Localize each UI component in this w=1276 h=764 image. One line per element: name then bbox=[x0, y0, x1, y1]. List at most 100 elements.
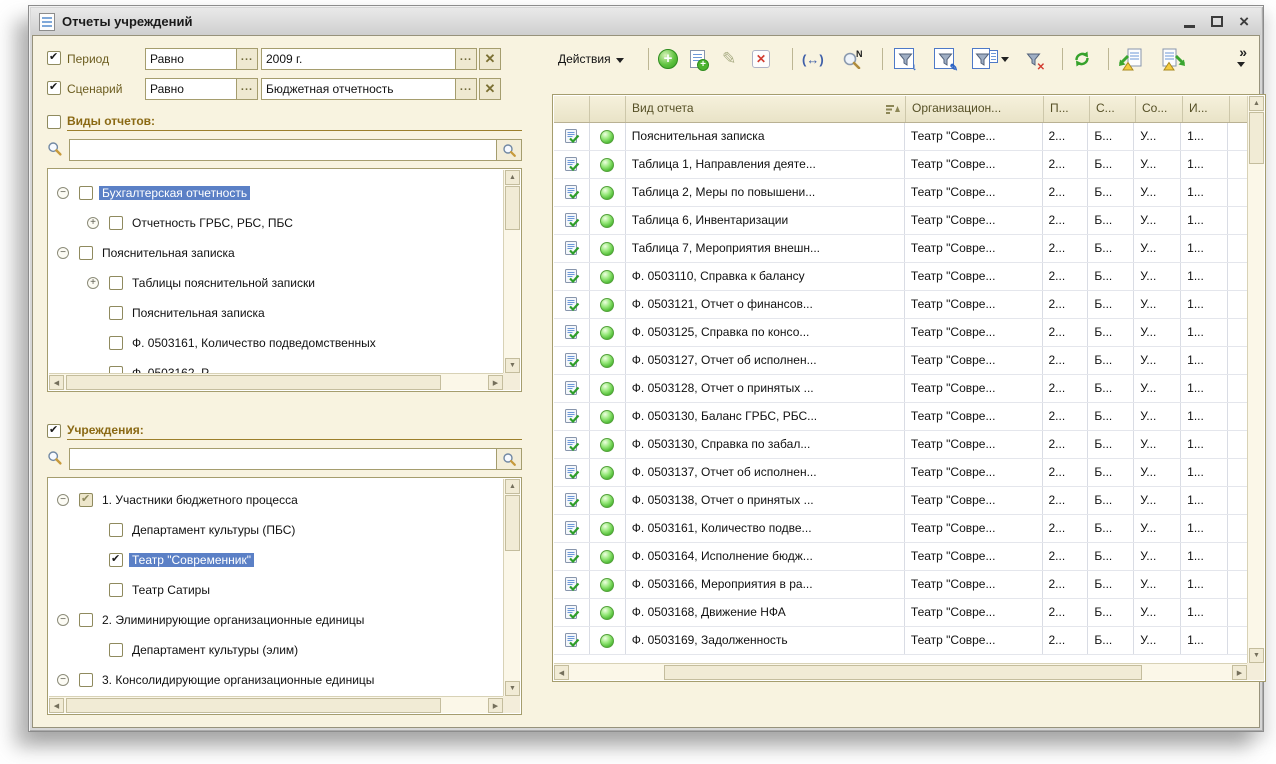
tree-checkbox[interactable] bbox=[109, 276, 123, 290]
column-header-icon[interactable] bbox=[554, 96, 590, 122]
tree-item[interactable]: −1. Участники бюджетного процесса bbox=[49, 485, 503, 515]
column-header-org[interactable]: Организацион... bbox=[906, 96, 1044, 122]
tree-item-label[interactable]: Отчетность ГРБС, РБС, ПБС bbox=[129, 216, 296, 230]
find-by-number-button[interactable]: N bbox=[842, 46, 864, 72]
title-bar[interactable]: Отчеты учреждений × bbox=[31, 8, 1261, 35]
tree-item[interactable]: Департамент культуры (ПБС) bbox=[49, 515, 503, 545]
tree-checkbox[interactable] bbox=[109, 553, 123, 567]
tree-item-label[interactable]: Департамент культуры (ПБС) bbox=[129, 523, 298, 537]
scenario-value-field[interactable]: Бюджетная отчетность bbox=[261, 78, 456, 100]
vertical-scrollbar[interactable]: ▲ ▼ bbox=[503, 479, 520, 696]
table-row[interactable]: Ф. 0503168, Движение НФАТеатр "Совре...2… bbox=[554, 599, 1247, 627]
column-header-s[interactable]: С... bbox=[1090, 96, 1136, 122]
collapse-icon[interactable]: − bbox=[57, 494, 69, 506]
scroll-up-button[interactable]: ▲ bbox=[505, 479, 520, 494]
period-clear-button[interactable]: ✕ bbox=[479, 48, 501, 70]
filter-by-value-button[interactable]: ✎ bbox=[932, 46, 958, 72]
institutions-search-button[interactable] bbox=[496, 448, 522, 470]
filter-history-button[interactable] bbox=[972, 46, 1009, 72]
table-row[interactable]: Ф. 0503130, Справка по забал...Театр "Со… bbox=[554, 431, 1247, 459]
scroll-down-button[interactable]: ▼ bbox=[505, 681, 520, 696]
table-row[interactable]: Ф. 0503121, Отчет о финансов...Театр "Со… bbox=[554, 291, 1247, 319]
column-header-p[interactable]: П... bbox=[1044, 96, 1090, 122]
tree-item[interactable]: −2. Элиминирующие организационные единиц… bbox=[49, 605, 503, 635]
collapse-icon[interactable]: − bbox=[57, 247, 69, 259]
period-comparison-ellipsis-button[interactable]: ... bbox=[236, 48, 258, 70]
tree-checkbox[interactable] bbox=[109, 216, 123, 230]
tree-checkbox[interactable] bbox=[79, 493, 93, 507]
tree-checkbox[interactable] bbox=[109, 583, 123, 597]
period-value-field[interactable]: 2009 г. bbox=[261, 48, 456, 70]
minimize-button[interactable] bbox=[1184, 25, 1195, 28]
table-row[interactable]: Таблица 7, Мероприятия внешн...Театр "Со… bbox=[554, 235, 1247, 263]
tree-checkbox[interactable] bbox=[79, 673, 93, 687]
tree-item[interactable]: − 3. Консолидирующие организационные един… bbox=[49, 665, 503, 695]
tree-checkbox[interactable] bbox=[109, 366, 123, 373]
actions-menu-button[interactable]: Действия bbox=[558, 46, 624, 72]
tree-checkbox[interactable] bbox=[109, 306, 123, 320]
tree-item-label[interactable]: Ф. 0503162, Р bbox=[129, 366, 212, 373]
table-row[interactable]: Ф. 0503137, Отчет об исполнен...Театр "С… bbox=[554, 459, 1247, 487]
tree-item[interactable]: Театр Сатиры bbox=[49, 575, 503, 605]
table-row[interactable]: Таблица 2, Меры по повышени...Театр "Сов… bbox=[554, 179, 1247, 207]
scroll-right-button[interactable]: ▶ bbox=[1232, 665, 1247, 680]
period-checkbox[interactable] bbox=[47, 51, 61, 65]
scroll-left-button[interactable]: ◀ bbox=[49, 698, 64, 713]
import-reports-button[interactable] bbox=[1118, 46, 1144, 72]
tree-item[interactable]: Пояснительная записка bbox=[49, 298, 503, 328]
configure-filter-button[interactable]: ↓ bbox=[892, 46, 918, 72]
collapse-icon[interactable]: − bbox=[57, 674, 69, 686]
tree-item-label[interactable]: Пояснительная записка bbox=[129, 306, 268, 320]
tree-item-label[interactable]: 3. Консолидирующие организационные едини… bbox=[99, 673, 377, 687]
tree-item-label[interactable]: Бухгалтерская отчетность bbox=[99, 186, 250, 200]
tree-checkbox[interactable] bbox=[79, 246, 93, 260]
table-row[interactable]: Пояснительная запискаТеатр "Совре...2...… bbox=[554, 123, 1247, 151]
table-row[interactable]: Ф. 0503125, Справка по консо...Театр "Со… bbox=[554, 319, 1247, 347]
tree-item-label[interactable]: Департамент культуры (элим) bbox=[129, 643, 301, 657]
maximize-button[interactable] bbox=[1211, 16, 1223, 27]
tree-item-label[interactable]: Театр "Современник" bbox=[129, 553, 254, 567]
refresh-button[interactable] bbox=[1072, 46, 1092, 72]
column-header-name[interactable]: Вид отчета bbox=[626, 96, 906, 122]
tree-checkbox[interactable] bbox=[79, 613, 93, 627]
report-types-search-button[interactable] bbox=[496, 139, 522, 161]
scroll-right-button[interactable]: ▶ bbox=[488, 698, 503, 713]
scroll-thumb[interactable] bbox=[66, 698, 441, 713]
table-row[interactable]: Ф. 0503128, Отчет о принятых ...Театр "С… bbox=[554, 375, 1247, 403]
column-header-so[interactable]: Со... bbox=[1136, 96, 1183, 122]
toolbar-dropdown-button[interactable] bbox=[1237, 62, 1245, 67]
scenario-clear-button[interactable]: ✕ bbox=[479, 78, 501, 100]
scroll-thumb[interactable] bbox=[664, 665, 1142, 680]
more-buttons-chevron[interactable]: » bbox=[1239, 44, 1247, 60]
table-row[interactable]: Ф. 0503130, Баланс ГРБС, РБС...Театр "Со… bbox=[554, 403, 1247, 431]
scenario-comparison-ellipsis-button[interactable]: ... bbox=[236, 78, 258, 100]
institutions-search-input[interactable] bbox=[69, 448, 497, 470]
table-row[interactable]: Ф. 0503166, Мероприятия в ра...Театр "Со… bbox=[554, 571, 1247, 599]
edit-button[interactable]: ✎ bbox=[722, 46, 736, 72]
horizontal-scrollbar[interactable]: ◀ ▶ bbox=[554, 663, 1247, 680]
tree-item[interactable]: +Отчетность ГРБС, РБС, ПБС bbox=[49, 208, 503, 238]
tree-item[interactable]: Ф. 0503161, Количество подведомственных bbox=[49, 328, 503, 358]
tree-item[interactable]: −Пояснительная записка bbox=[49, 238, 503, 268]
scroll-down-button[interactable]: ▼ bbox=[505, 358, 520, 373]
close-button[interactable]: × bbox=[1239, 15, 1249, 29]
scroll-left-button[interactable]: ◀ bbox=[554, 665, 569, 680]
report-types-checkbox[interactable] bbox=[47, 115, 61, 129]
vertical-scrollbar[interactable]: ▲ ▼ bbox=[1247, 96, 1264, 663]
tree-item[interactable]: +Таблицы пояснительной записки bbox=[49, 268, 503, 298]
add-button[interactable]: + bbox=[658, 46, 678, 72]
table-row[interactable]: Ф. 0503169, ЗадолженностьТеатр "Совре...… bbox=[554, 627, 1247, 655]
tree-item[interactable]: −Бухгалтерская отчетность bbox=[49, 178, 503, 208]
tree-item[interactable]: Департамент культуры (элим) bbox=[49, 635, 503, 665]
scroll-thumb[interactable] bbox=[505, 186, 520, 230]
period-value-ellipsis-button[interactable]: ... bbox=[455, 48, 477, 70]
horizontal-scrollbar[interactable]: ◀ ▶ bbox=[49, 373, 503, 390]
table-row[interactable]: Таблица 6, ИнвентаризацииТеатр "Совре...… bbox=[554, 207, 1247, 235]
tree-checkbox[interactable] bbox=[109, 336, 123, 350]
scenario-checkbox[interactable] bbox=[47, 81, 61, 95]
tree-item-label[interactable]: 2. Элиминирующие организационные единицы bbox=[99, 613, 367, 627]
table-row[interactable]: Ф. 0503138, Отчет о принятых ...Театр "С… bbox=[554, 487, 1247, 515]
scroll-thumb[interactable] bbox=[66, 375, 441, 390]
tree-item-label[interactable]: Таблицы пояснительной записки bbox=[129, 276, 318, 290]
tree-checkbox[interactable] bbox=[109, 643, 123, 657]
